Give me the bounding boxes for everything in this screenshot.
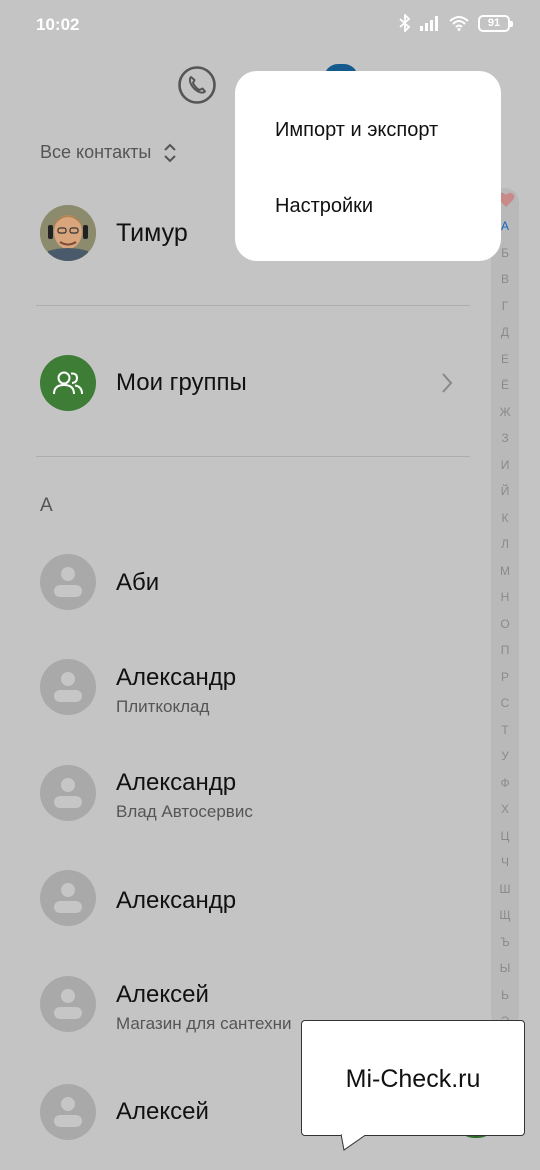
index-letter[interactable]: Ф xyxy=(491,776,519,790)
contact-name: Александр xyxy=(116,887,237,914)
index-letter[interactable]: Е xyxy=(491,352,519,366)
person-icon-body xyxy=(54,690,82,702)
signal-icon xyxy=(420,16,438,31)
index-letter[interactable]: Ь xyxy=(491,988,519,1002)
contact-row[interactable]: Александр xyxy=(0,848,480,948)
index-letter[interactable]: Т xyxy=(491,723,519,737)
contact-name: Александр xyxy=(116,664,237,691)
person-icon xyxy=(61,672,75,686)
contact-row[interactable]: Александр Влад Автосервис xyxy=(0,743,480,843)
section-letter: А xyxy=(40,495,53,516)
contact-name: Алексей xyxy=(116,1098,209,1125)
person-icon-body xyxy=(54,1007,82,1019)
status-icons: 91 xyxy=(399,14,513,32)
alphabet-index[interactable] xyxy=(491,188,519,1028)
contact-subtitle: Плиткоклад xyxy=(116,697,210,716)
contact-avatar xyxy=(40,765,96,821)
status-time: 10:02 xyxy=(36,15,80,34)
menu-item-settings[interactable]: Настройки xyxy=(275,195,373,218)
contact-subtitle: Магазин для сантехни xyxy=(116,1014,292,1033)
person-icon-body xyxy=(54,901,82,913)
person-icon-body xyxy=(54,585,82,597)
contact-name: Александр xyxy=(116,769,237,796)
contact-avatar xyxy=(40,870,96,926)
index-letter[interactable]: У xyxy=(491,749,519,763)
watermark-bubble: Mi-Check.ru xyxy=(301,1020,525,1136)
contacts-screen: 10:02 91 Все контакты Тимур Мои группы А… xyxy=(0,0,540,1170)
profile-avatar[interactable] xyxy=(40,205,96,261)
index-letter[interactable]: Ё xyxy=(491,378,519,392)
groups-icon xyxy=(53,371,83,395)
contact-name: Алексей xyxy=(116,981,209,1008)
divider xyxy=(36,456,470,457)
index-letter[interactable]: И xyxy=(491,458,519,472)
index-letter[interactable]: З xyxy=(491,431,519,445)
index-letter[interactable]: Г xyxy=(491,299,519,313)
overflow-menu: Импорт и экспорт Настройки xyxy=(235,71,501,261)
chevron-right-icon[interactable] xyxy=(440,372,454,394)
profile-photo xyxy=(40,205,96,261)
index-letter[interactable]: П xyxy=(491,643,519,657)
tab-phone[interactable] xyxy=(177,65,217,105)
phone-icon xyxy=(178,66,216,104)
index-letter[interactable]: Н xyxy=(491,590,519,604)
menu-item-import-export[interactable]: Импорт и экспорт xyxy=(275,119,438,142)
index-letter[interactable]: Й xyxy=(491,484,519,498)
person-icon-body xyxy=(54,796,82,808)
index-letter[interactable]: С xyxy=(491,696,519,710)
status-bar: 10:02 91 xyxy=(0,0,540,52)
groups-label[interactable]: Мои группы xyxy=(116,369,247,397)
filter-label: Все контакты xyxy=(40,142,152,162)
contacts-filter[interactable]: Все контакты xyxy=(40,142,177,163)
index-letter[interactable]: О xyxy=(491,617,519,631)
index-letter[interactable]: Л xyxy=(491,537,519,551)
index-letter[interactable]: Щ xyxy=(491,908,519,922)
index-letter[interactable]: Ъ xyxy=(491,935,519,949)
index-letter[interactable]: Р xyxy=(491,670,519,684)
index-letter[interactable]: Ж xyxy=(491,405,519,419)
index-letter[interactable]: Ы xyxy=(491,961,519,975)
index-letter[interactable]: М xyxy=(491,564,519,578)
watermark-tail xyxy=(341,1134,368,1151)
contact-row[interactable]: Александр Плиткоклад xyxy=(0,637,480,737)
index-letter[interactable]: Д xyxy=(491,325,519,339)
contact-avatar xyxy=(40,976,96,1032)
contact-name: Аби xyxy=(116,569,160,596)
contact-subtitle: Влад Автосервис xyxy=(116,802,253,821)
index-letter[interactable]: В xyxy=(491,272,519,286)
index-letter[interactable]: Ц xyxy=(491,829,519,843)
index-letter[interactable]: Х xyxy=(491,802,519,816)
person-icon xyxy=(61,567,75,581)
wifi-icon xyxy=(449,16,469,31)
person-icon xyxy=(61,989,75,1003)
contact-avatar xyxy=(40,1084,96,1140)
index-letter[interactable]: Ш xyxy=(491,882,519,896)
profile-name[interactable]: Тимур xyxy=(116,219,188,248)
person-icon xyxy=(61,1097,75,1111)
index-letter[interactable]: Ч xyxy=(491,855,519,869)
index-letter[interactable]: К xyxy=(491,511,519,525)
contact-row[interactable]: Аби xyxy=(0,532,480,632)
person-icon xyxy=(61,778,75,792)
watermark-text: Mi-Check.ru xyxy=(345,1065,481,1093)
contact-avatar xyxy=(40,659,96,715)
person-icon-body xyxy=(54,1115,82,1127)
person-icon xyxy=(61,883,75,897)
bluetooth-icon xyxy=(399,14,411,32)
contact-avatar xyxy=(40,554,96,610)
divider xyxy=(36,305,470,306)
sort-arrows-icon xyxy=(164,143,177,162)
battery-icon: 91 xyxy=(478,14,513,32)
groups-avatar[interactable] xyxy=(40,355,96,411)
